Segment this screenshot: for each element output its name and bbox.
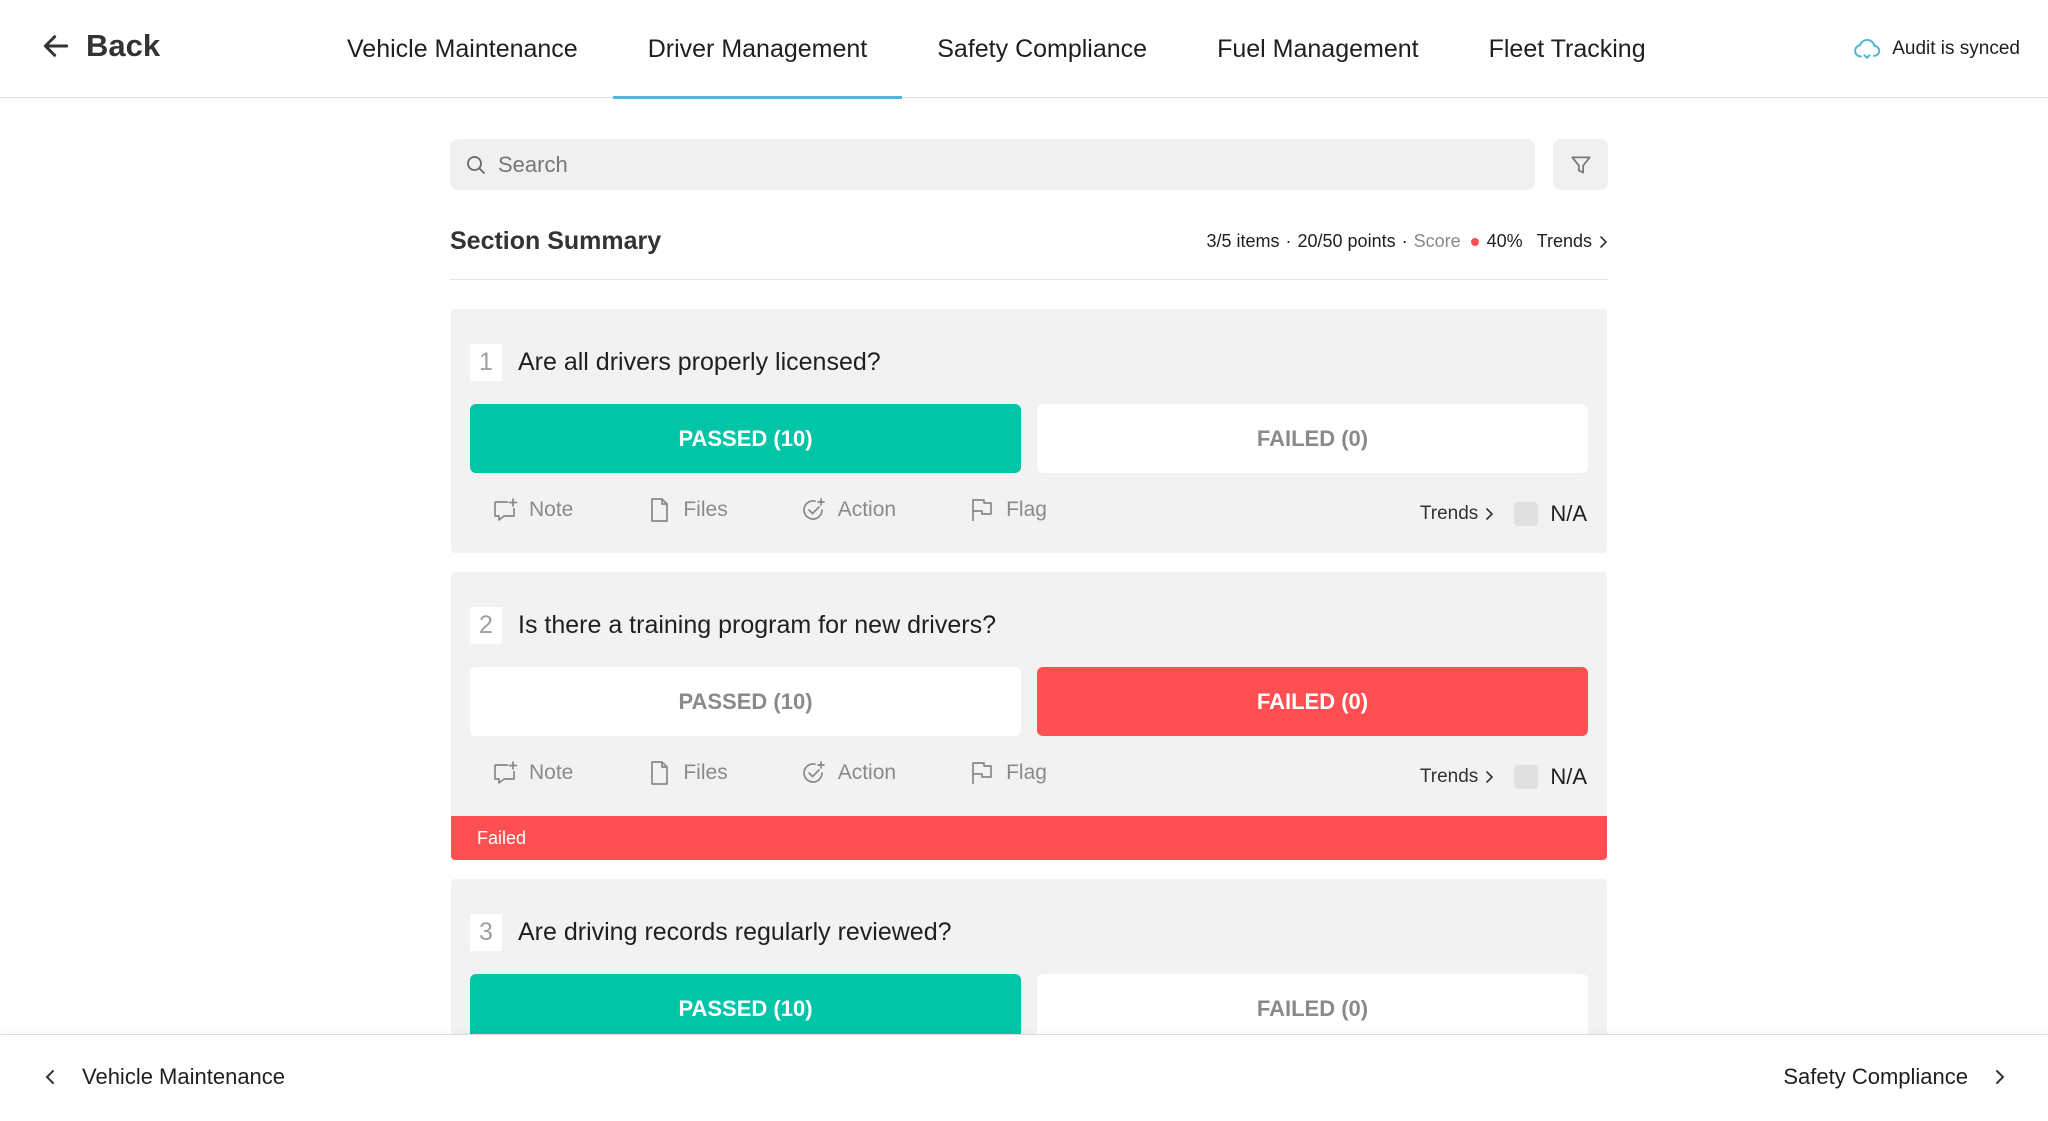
back-button[interactable]: Back [40, 28, 160, 64]
cloud-sync-icon [1854, 39, 1881, 60]
top-header: Back Vehicle Maintenance Driver Manageme… [0, 0, 2048, 99]
next-section-button[interactable]: Safety Compliance [1783, 1064, 2010, 1090]
search-input[interactable] [498, 151, 1535, 178]
search-row [450, 139, 1608, 190]
note-label: Note [529, 498, 574, 521]
action-check-icon [802, 761, 825, 783]
flag-label: Flag [1006, 498, 1047, 521]
failed-button[interactable]: FAILED (0) [1037, 974, 1588, 1043]
file-icon [651, 498, 669, 522]
note-icon [494, 761, 518, 784]
filter-button[interactable] [1553, 139, 1608, 190]
section-summary-title: Section Summary [450, 227, 662, 255]
question-header: 3 Are driving records regularly reviewed… [470, 914, 952, 951]
passed-button[interactable]: PASSED (10) [470, 974, 1021, 1043]
score-value: 40% [1486, 231, 1523, 251]
question-right-actions: Trends N/A [1420, 764, 1587, 790]
na-label: N/A [1550, 764, 1587, 789]
section-navigation-footer: Vehicle Maintenance Safety Compliance [0, 1034, 2048, 1121]
previous-section-button[interactable]: Vehicle Maintenance [40, 1064, 285, 1090]
back-label: Back [86, 28, 161, 63]
question-trends-link[interactable]: Trends [1420, 766, 1494, 788]
section-tabs: Vehicle Maintenance Driver Management Sa… [312, 0, 1681, 99]
flag-icon [972, 499, 992, 521]
tab-vehicle-maintenance[interactable]: Vehicle Maintenance [312, 0, 613, 98]
failed-banner: Failed [451, 816, 1607, 860]
flag-button[interactable]: Flag [968, 496, 1047, 524]
main-content: Section Summary 3/5 items · 20/50 points… [450, 139, 1608, 280]
chevron-right-icon [1996, 1070, 2005, 1084]
previous-section-label: Vehicle Maintenance [82, 1064, 286, 1089]
na-checkbox[interactable] [1514, 502, 1539, 526]
flag-icon [972, 762, 992, 784]
next-section-label: Safety Compliance [1783, 1064, 1968, 1089]
question-card: 2 Is there a training program for new dr… [451, 572, 1607, 860]
section-summary: Section Summary 3/5 items · 20/50 points… [450, 218, 1608, 280]
sync-status-text: Audit is synced [1892, 38, 2020, 59]
action-label: Action [837, 498, 897, 521]
chevron-left-icon [45, 1070, 54, 1084]
na-label: N/A [1550, 501, 1587, 526]
question-actions: Note Files Action Flag [491, 496, 1047, 524]
tab-fuel-management[interactable]: Fuel Management [1182, 0, 1454, 98]
score-status-dot [1470, 237, 1479, 246]
na-checkbox[interactable] [1514, 765, 1539, 789]
separator: · [1285, 231, 1292, 251]
arrow-left-icon [43, 35, 69, 57]
trends-label: Trends [1536, 231, 1592, 251]
score-label: Score [1413, 231, 1461, 251]
note-button[interactable]: Note [491, 759, 573, 787]
failed-button[interactable]: FAILED (0) [1037, 404, 1588, 473]
question-text: Is there a training program for new driv… [518, 611, 996, 639]
items-count: 3/5 items [1206, 231, 1280, 251]
files-label: Files [683, 761, 728, 784]
filter-icon [1570, 156, 1591, 173]
question-number: 1 [470, 344, 502, 381]
question-text: Are driving records regularly reviewed? [518, 918, 952, 946]
passed-button[interactable]: PASSED (10) [470, 404, 1021, 473]
chevron-right-icon [1486, 508, 1494, 520]
note-icon [494, 498, 518, 521]
separator: · [1401, 231, 1408, 251]
action-button[interactable]: Action [800, 759, 896, 787]
chevron-right-icon [1600, 235, 1608, 248]
files-button[interactable]: Files [645, 496, 728, 524]
search-box[interactable] [450, 139, 1535, 190]
note-button[interactable]: Note [491, 496, 573, 524]
question-number: 3 [470, 914, 502, 951]
note-label: Note [529, 761, 574, 784]
action-label: Action [837, 761, 897, 784]
trends-label: Trends [1419, 766, 1479, 787]
summary-trends-link[interactable]: Trends [1537, 231, 1608, 252]
question-text: Are all drivers properly licensed? [518, 348, 881, 376]
points-count: 20/50 points [1297, 231, 1396, 251]
action-check-icon [802, 498, 825, 520]
trends-label: Trends [1419, 503, 1479, 524]
question-trends-link[interactable]: Trends [1420, 503, 1494, 525]
question-header: 1 Are all drivers properly licensed? [470, 344, 881, 381]
action-button[interactable]: Action [800, 496, 896, 524]
files-button[interactable]: Files [645, 759, 728, 787]
question-right-actions: Trends N/A [1420, 501, 1587, 527]
question-card: 1 Are all drivers properly licensed? PAS… [451, 309, 1607, 553]
flag-label: Flag [1006, 761, 1047, 784]
question-actions: Note Files Action Flag [491, 759, 1047, 787]
tab-safety-compliance[interactable]: Safety Compliance [902, 0, 1182, 98]
files-label: Files [683, 498, 728, 521]
question-header: 2 Is there a training program for new dr… [470, 607, 996, 644]
failed-button[interactable]: FAILED (0) [1037, 667, 1588, 736]
search-icon [467, 155, 485, 174]
file-icon [651, 761, 669, 785]
summary-stats: 3/5 items · 20/50 points · Score 40% Tre… [1206, 231, 1608, 252]
flag-button[interactable]: Flag [968, 759, 1047, 787]
question-number: 2 [470, 607, 502, 644]
tab-fleet-tracking[interactable]: Fleet Tracking [1454, 0, 1681, 98]
passed-button[interactable]: PASSED (10) [470, 667, 1021, 736]
chevron-right-icon [1486, 771, 1494, 783]
sync-status: Audit is synced [1852, 34, 2020, 64]
tab-driver-management[interactable]: Driver Management [612, 0, 903, 99]
